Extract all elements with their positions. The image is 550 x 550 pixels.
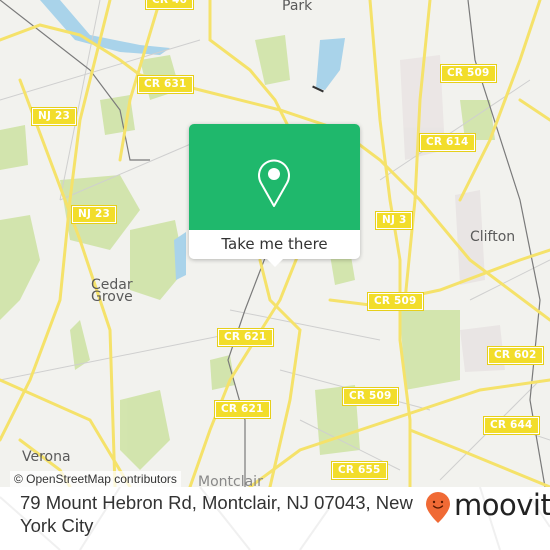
popup-pointer	[266, 258, 284, 267]
road-shield-cr631: CR 631	[137, 75, 194, 94]
place-label-grove: Grove	[91, 289, 133, 305]
road-shield-cr509: CR 509	[367, 292, 424, 311]
footer: 79 Mount Hebron Rd, Montclair, NJ 07043,…	[0, 487, 550, 550]
moovit-logo[interactable]: moovit	[425, 488, 550, 524]
road-shield-cr621: CR 621	[214, 400, 271, 419]
road-shield-cr655: CR 655	[331, 461, 388, 480]
road-shield-cr509: CR 509	[440, 64, 497, 83]
address-text: 79 Mount Hebron Rd, Montclair, NJ 07043,…	[20, 492, 413, 536]
popup-header	[189, 124, 360, 230]
road-shield-cr621: CR 621	[217, 328, 274, 347]
road-shield-cr602: CR 602	[487, 346, 544, 365]
map-attribution[interactable]: © OpenStreetMap contributors	[10, 471, 181, 487]
moovit-pin-icon	[426, 492, 450, 523]
road-shield-nj23: NJ 23	[71, 205, 117, 224]
road-shield-cr509: CR 509	[342, 387, 399, 406]
moovit-wordmark: moovit	[454, 488, 550, 522]
place-label-verona: Verona	[22, 449, 71, 465]
place-label-clifton: Clifton	[470, 229, 516, 245]
road-shield-nj3: NJ 3	[374, 211, 414, 230]
road-shield-cr644: CR 644	[483, 416, 540, 435]
place-label-park: Park	[282, 0, 313, 14]
road-shield-cr46: CR 46	[144, 0, 195, 10]
location-popup: Take me there	[189, 124, 360, 267]
place-label-montclair: Montclair	[198, 474, 263, 487]
road-shield-nj23: NJ 23	[31, 107, 77, 126]
take-me-there-button[interactable]: Take me there	[189, 230, 360, 259]
map-pin-icon	[258, 159, 290, 207]
road-shield-cr614: CR 614	[419, 133, 476, 152]
map[interactable]: CR 631 CR 509 CR 614 NJ 23 NJ 23 NJ 3 CR…	[0, 0, 550, 487]
